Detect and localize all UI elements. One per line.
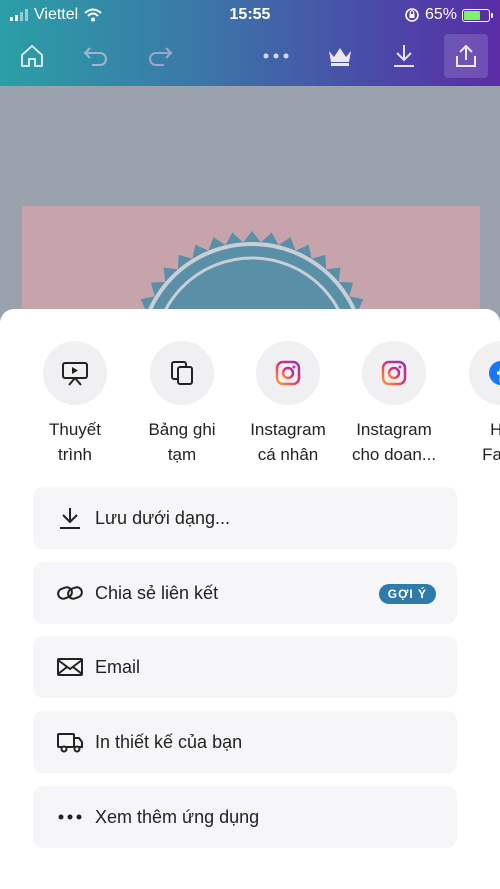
crown-icon bbox=[329, 48, 351, 66]
menu-item-label: Lưu dưới dạng... bbox=[95, 507, 230, 528]
share-target-circle bbox=[256, 341, 320, 405]
editor-header: Viettel 15:55 65% bbox=[0, 0, 500, 86]
label-line-1: Thuyết bbox=[49, 420, 101, 439]
share-target-instagram-personal[interactable]: Instagram cá nhân bbox=[233, 341, 343, 467]
battery-icon bbox=[462, 8, 493, 22]
redo-button[interactable] bbox=[138, 34, 182, 78]
label-line-1: Instagram bbox=[250, 420, 326, 439]
share-target-label: Instagram cho doan... bbox=[339, 417, 449, 467]
share-icon bbox=[456, 44, 476, 67]
present-icon bbox=[62, 362, 88, 386]
menu-item-label: Email bbox=[95, 656, 141, 677]
email-item[interactable]: Email bbox=[33, 636, 457, 698]
link-icon bbox=[55, 578, 85, 608]
menu-item-label: In thiết kế của bạn bbox=[95, 731, 243, 752]
menu-item-label: Chia sẻ liên kết bbox=[95, 582, 219, 603]
more-apps-item[interactable]: Xem thêm ứng dụng bbox=[33, 786, 457, 848]
mail-icon bbox=[55, 652, 85, 682]
suggested-badge: GỢI Ý bbox=[378, 584, 436, 604]
share-target-circle bbox=[469, 341, 500, 405]
facebook-icon bbox=[489, 361, 500, 385]
share-target-label: Thuyết trình bbox=[20, 417, 130, 467]
share-target-circle bbox=[362, 341, 426, 405]
share-target-circle bbox=[150, 341, 214, 405]
battery-level bbox=[464, 10, 480, 20]
share-target-circle bbox=[43, 341, 107, 405]
label-line-2: tạm bbox=[167, 445, 197, 464]
premium-button[interactable] bbox=[318, 34, 362, 78]
share-target-label: Hồ Face bbox=[446, 417, 500, 467]
label-line-1: Bảng ghi bbox=[148, 420, 216, 439]
label-line-1: Hồ bbox=[490, 420, 500, 439]
share-target-instagram-business[interactable]: Instagram cho doan... bbox=[339, 341, 449, 467]
editor-toolbar bbox=[0, 30, 500, 80]
undo-button[interactable] bbox=[74, 34, 118, 78]
share-target-label: Instagram cá nhân bbox=[233, 417, 343, 467]
more-icon bbox=[263, 53, 289, 59]
share-targets-row: Thuyết trình Bảng ghi tạm Instagram cá n… bbox=[0, 341, 500, 481]
label-line-1: Instagram bbox=[356, 420, 432, 439]
save-as-item[interactable]: Lưu dưới dạng... bbox=[33, 487, 457, 549]
print-design-item[interactable]: In thiết kế của bạn bbox=[33, 711, 457, 773]
status-right: 65% bbox=[404, 6, 493, 24]
download-icon bbox=[55, 503, 85, 533]
share-button[interactable] bbox=[444, 34, 488, 78]
redo-icon bbox=[149, 47, 173, 66]
share-target-present[interactable]: Thuyết trình bbox=[20, 341, 130, 467]
design-page bbox=[22, 206, 480, 326]
truck-icon bbox=[55, 727, 85, 757]
clipboard-icon bbox=[171, 361, 193, 385]
label-line-2: cá nhân bbox=[257, 445, 319, 464]
more-icon bbox=[55, 802, 85, 832]
label-line-2: Face bbox=[482, 445, 500, 464]
badge-graphic bbox=[133, 231, 371, 326]
download-icon bbox=[394, 45, 414, 67]
undo-icon bbox=[83, 47, 107, 66]
home-icon bbox=[21, 45, 43, 67]
share-target-clipboard[interactable]: Bảng ghi tạm bbox=[127, 341, 237, 467]
menu-item-label: Xem thêm ứng dụng bbox=[95, 806, 260, 827]
share-link-item[interactable]: Chia sẻ liên kết GỢI Ý bbox=[33, 562, 457, 624]
more-button[interactable] bbox=[254, 34, 298, 78]
share-target-facebook[interactable]: Hồ Face bbox=[446, 341, 500, 467]
download-button[interactable] bbox=[382, 34, 426, 78]
instagram-icon bbox=[275, 360, 301, 386]
label-line-2: trình bbox=[57, 445, 93, 464]
rotation-lock-icon bbox=[405, 8, 419, 22]
label-line-2: cho doan... bbox=[351, 445, 437, 464]
share-sheet: Thuyết trình Bảng ghi tạm Instagram cá n… bbox=[0, 309, 500, 889]
battery-percent: 65% bbox=[424, 6, 457, 23]
status-bar: Viettel 15:55 65% bbox=[0, 0, 500, 30]
home-button[interactable] bbox=[10, 34, 54, 78]
instagram-icon bbox=[381, 360, 407, 386]
share-target-label: Bảng ghi tạm bbox=[127, 417, 237, 467]
